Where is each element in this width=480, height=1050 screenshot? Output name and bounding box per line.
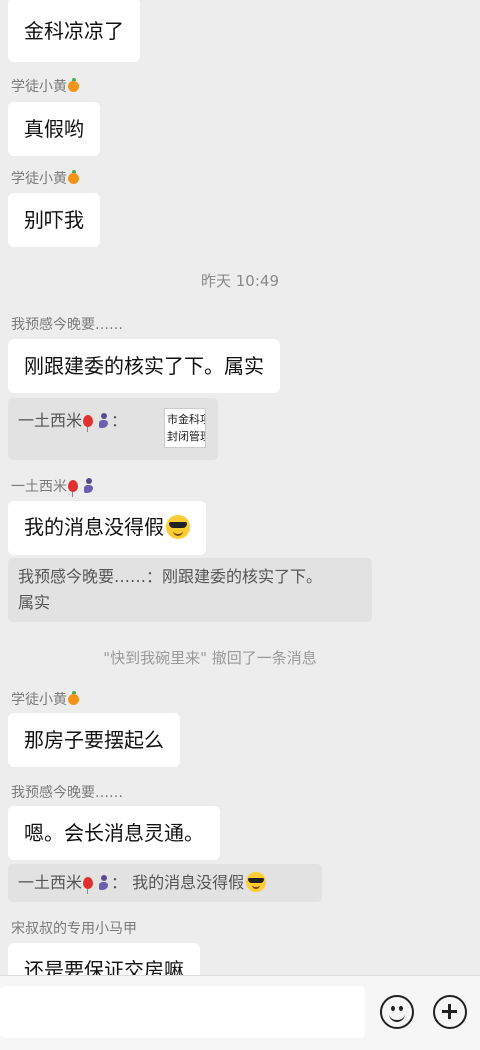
smiley-mouth: [389, 1012, 405, 1022]
message-bubble[interactable]: 嗯。会长消息灵通。: [8, 806, 220, 860]
tangerine-icon: [68, 78, 79, 92]
message-text: 刚跟建委的核实了下。属实: [24, 354, 264, 378]
message-text: 金科凉凉了: [24, 19, 124, 43]
message-input[interactable]: [0, 986, 365, 1038]
input-bar: [0, 975, 480, 1050]
message-bubble[interactable]: 还是要保证交房嘛: [8, 943, 200, 975]
message-bubble[interactable]: 刚跟建委的核实了下。属实: [8, 339, 280, 393]
recall-notice: "快到我碗里来" 撤回了一条消息: [103, 649, 317, 667]
chat-area[interactable]: 金科凉凉了 学徒小黄 真假哟 学徒小黄 别吓我 昨天 10:49 我预感今晚要……: [0, 0, 480, 975]
smiley-eye: [399, 1006, 403, 1011]
sunglasses-emoji-icon: [166, 515, 190, 539]
message-text: 我的消息没得假: [24, 515, 164, 539]
quoted-message[interactable]: 一土西米： 我的消息没得假: [8, 864, 322, 902]
sender-name[interactable]: 宋叔叔的专用小马甲: [11, 920, 137, 938]
sender-name[interactable]: 一土西米: [11, 478, 96, 497]
message-text: 还是要保证交房嘛: [24, 958, 184, 975]
sender-name[interactable]: 学徒小黄: [11, 691, 79, 709]
sender-name[interactable]: 我预感今晚要……: [11, 316, 123, 334]
genie-icon: [82, 478, 96, 494]
message-bubble[interactable]: 我的消息没得假: [8, 501, 206, 555]
genie-icon: [97, 413, 111, 429]
image-thumbnail[interactable]: 市金科项 封闭管理: [164, 408, 206, 448]
message-text: 嗯。会长消息灵通。: [24, 821, 204, 845]
balloon-icon: [83, 877, 94, 894]
message-bubble[interactable]: 那房子要摆起么: [8, 713, 180, 767]
sender-name[interactable]: 学徒小黄: [11, 170, 79, 188]
sender-name[interactable]: 学徒小黄: [11, 78, 79, 96]
message-bubble[interactable]: 金科凉凉了: [8, 0, 140, 62]
message-bubble[interactable]: 别吓我: [8, 193, 100, 247]
sunglasses-emoji-icon: [246, 872, 267, 892]
tangerine-icon: [68, 691, 79, 705]
message-text: 别吓我: [24, 208, 84, 232]
message-bubble[interactable]: 真假哟: [8, 102, 100, 156]
balloon-icon: [83, 415, 94, 432]
tangerine-icon: [68, 170, 79, 184]
sender-name[interactable]: 我预感今晚要……: [11, 784, 123, 802]
balloon-icon: [68, 480, 78, 497]
smiley-face-icon: [391, 1006, 395, 1011]
more-button[interactable]: [433, 995, 467, 1029]
message-text: 真假哟: [24, 117, 84, 141]
plus-icon-vertical: [448, 1004, 451, 1019]
quoted-message[interactable]: 一土西米： 市金科项 封闭管理: [8, 398, 218, 460]
genie-icon: [97, 875, 111, 891]
emoji-button[interactable]: [380, 995, 414, 1029]
message-text: 那房子要摆起么: [24, 728, 164, 752]
timestamp: 昨天 10:49: [201, 272, 279, 290]
quoted-message[interactable]: 我预感今晚要……：刚跟建委的核实了下。 属实: [8, 558, 372, 622]
